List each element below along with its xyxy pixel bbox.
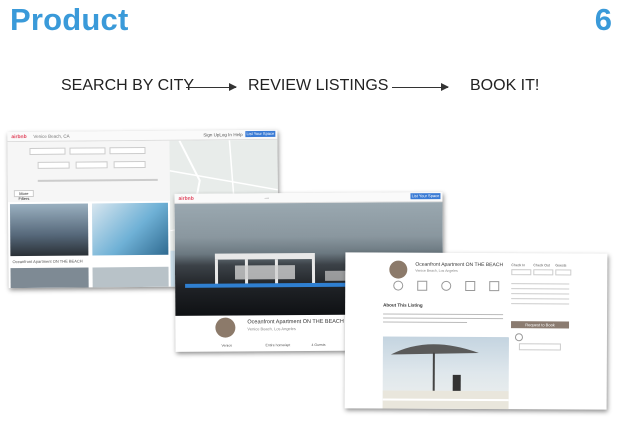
listing-photo-thumb[interactable]: [10, 267, 89, 289]
price-slider[interactable]: [37, 178, 158, 182]
step-search-by-city: SEARCH BY CITY: [61, 77, 195, 94]
flow-arrow: [392, 83, 449, 91]
check-in-field[interactable]: [511, 269, 532, 276]
room-type-entire[interactable]: [37, 161, 70, 169]
about-section-heading: About This Listing: [383, 302, 423, 308]
listing-subtitle: Venice Beach, Los Angeles: [247, 326, 296, 332]
nav-sign-up[interactable]: Sign Up: [203, 132, 219, 137]
nav-log-in[interactable]: Log In: [219, 132, 232, 137]
room-type-shared[interactable]: [113, 160, 146, 169]
listing-title: Oceanfront Apartment ON THE BEACH: [415, 261, 504, 269]
booking-panel: Check In Check Out Guests Request to Boo…: [511, 263, 574, 363]
amenity-neighborhood: Venice: [221, 343, 233, 348]
filter-panel: More Filters: [7, 140, 170, 203]
list-space-button[interactable]: List Your Space: [410, 193, 441, 200]
beach-umbrella-photo[interactable]: [382, 336, 509, 410]
check-out-field[interactable]: [533, 269, 554, 276]
description-text-lines: [383, 311, 504, 328]
check-in-field[interactable]: [29, 147, 66, 155]
avatar: [215, 317, 236, 338]
listing-subtitle: Venice Beach, Los Angeles: [415, 268, 458, 273]
check-in-label: Check In: [511, 263, 526, 268]
guests-field[interactable]: [555, 269, 572, 276]
listing-photo-beach[interactable]: [9, 203, 89, 257]
more-filters-button[interactable]: More Filters: [13, 189, 34, 201]
guests-field[interactable]: [109, 146, 146, 155]
beds-icon: [489, 281, 500, 292]
bedrooms-icon: [465, 280, 476, 291]
check-out-label: Check Out: [533, 263, 550, 268]
amenity-icons: [393, 280, 503, 292]
room-icon: [417, 280, 428, 291]
booking-screenshot: Oceanfront Apartment ON THE BEACH Venice…: [344, 252, 608, 410]
check-out-field[interactable]: [69, 147, 106, 155]
slide-number: 6: [594, 2, 612, 37]
listing-photo-living-room[interactable]: [91, 202, 169, 256]
amenity-guests: 4 Guests: [311, 342, 326, 347]
amenity-room-type: Entire home/apt: [265, 343, 291, 348]
avatar: [389, 260, 408, 279]
listing-title[interactable]: Oceanfront Apartment ON THE BEACH: [12, 259, 82, 265]
flow-arrow: [186, 83, 237, 91]
step-review-listings: REVIEW LISTINGS: [248, 77, 389, 94]
step-book-it: BOOK IT!: [470, 77, 540, 94]
product-flow: SEARCH BY CITY REVIEW LISTINGS BOOK IT!: [0, 77, 624, 101]
listing-title: Oceanfront Apartment ON THE BEACH: [247, 318, 344, 326]
request-to-book-button[interactable]: Request to Book: [511, 321, 570, 329]
guests-icon: [441, 280, 452, 291]
nav-help[interactable]: Help: [233, 132, 242, 137]
slide-title: Product: [10, 2, 129, 37]
price-breakdown: [511, 279, 570, 319]
wishlist-icon[interactable]: [514, 333, 523, 342]
brand-logo: airbnb: [11, 134, 27, 141]
guests-label: Guests: [555, 263, 567, 268]
room-type-private[interactable]: [75, 161, 108, 169]
brand-logo: airbnb: [178, 195, 194, 202]
search-input[interactable]: Venice Beach, CA: [33, 134, 69, 139]
share-row[interactable]: [518, 343, 561, 351]
list-space-button[interactable]: List Your Space: [245, 130, 276, 138]
listing-photo-thumb[interactable]: [92, 266, 169, 288]
home-icon: [393, 280, 404, 291]
search-input[interactable]: —: [264, 195, 269, 200]
